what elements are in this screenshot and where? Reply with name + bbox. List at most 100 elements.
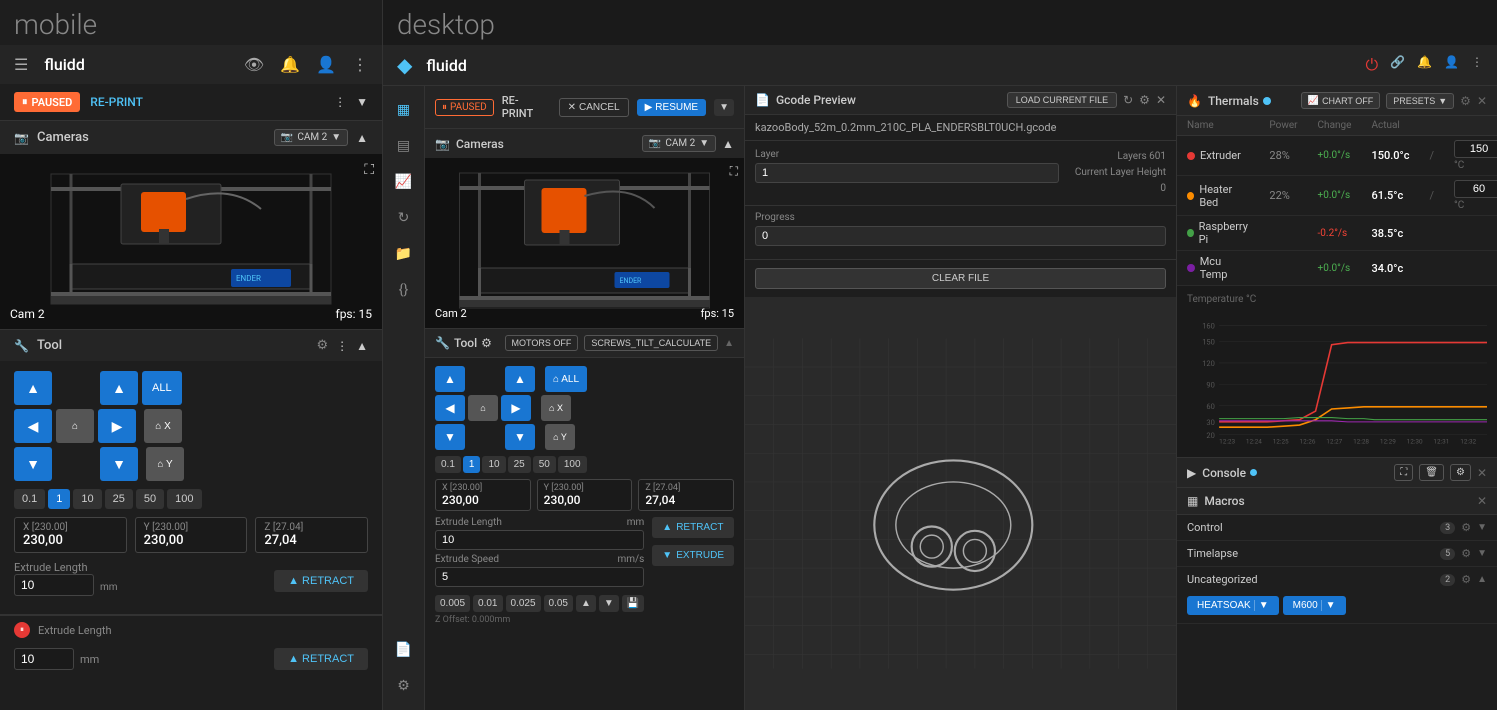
power-icon[interactable]: ⏻ [1365,55,1378,75]
heatbed-target-input[interactable] [1454,180,1497,198]
step-1-btn-d[interactable]: 1 [463,456,481,473]
extrude-btn-d[interactable]: ▼ EXTRUDE [652,545,734,566]
heatsoak-chevron[interactable]: ▼ [1254,600,1269,611]
more-icon[interactable]: ⋮ [352,55,368,74]
link-icon[interactable]: 🔗 [1390,55,1405,75]
offset-0005-btn[interactable]: 0.005 [435,595,470,612]
layer-input[interactable] [755,163,1059,183]
reprint-btn-desktop[interactable]: RE-PRINT [502,94,543,120]
chevron-down-icon[interactable]: ▼ [356,95,368,109]
macros-close-icon[interactable]: ✕ [1477,494,1487,508]
presets-btn[interactable]: PRESETS ▼ [1386,93,1454,109]
timelapse-chevron-icon[interactable]: ▼ [1477,548,1487,559]
cam-select-desktop[interactable]: 📷 CAM 2 ▼ [642,135,716,152]
sidebar-chart-icon[interactable]: 📈 [388,166,420,198]
home-y-btn-d[interactable]: ⌂ Y [545,424,575,450]
more-dots-icon[interactable]: ⋮ [334,95,346,109]
step-10-btn[interactable]: 10 [73,489,101,509]
progress-input[interactable] [755,226,1166,246]
offset-0025-btn[interactable]: 0.025 [506,595,541,612]
m600-chevron[interactable]: ▼ [1321,600,1336,611]
home-all-btn-d[interactable]: ⌂ ALL [545,366,587,392]
tool-header-mobile[interactable]: 🔧 Tool ⚙ ⋮ ▲ [0,330,382,361]
extrude-length-input-mobile[interactable] [14,574,94,596]
collapse-cam-icon-d[interactable]: ▲ [722,137,734,151]
heatsoak-macro-btn[interactable]: HEATSOAK ▼ [1187,596,1279,615]
extrude-speed-input-d[interactable] [435,567,644,587]
home-all-btn[interactable]: ALL [142,371,182,405]
uncategorized-gear-icon[interactable]: ⚙ [1461,573,1471,586]
retract-btn-d[interactable]: ▲ RETRACT [652,517,734,538]
gcode-refresh-icon[interactable]: ↻ [1123,93,1133,107]
dropdown-arrow-btn[interactable]: ▼ [714,99,734,116]
bell-icon-desktop[interactable]: 🔔 [1417,55,1432,75]
retract-btn-mobile[interactable]: ▲ RETRACT [274,570,368,592]
load-current-btn[interactable]: LOAD CURRENT FILE [1007,92,1117,108]
resume-btn-desktop[interactable]: ▶ RESUME [637,99,707,116]
step-100-btn[interactable]: 100 [167,489,201,509]
cancel-btn-desktop[interactable]: ✕ CANCEL [559,98,629,117]
step-10-btn-d[interactable]: 10 [482,456,505,473]
collapse-cameras-icon[interactable]: ▲ [356,131,368,145]
sidebar-settings-icon[interactable]: ⚙ [388,670,420,702]
move-right-btn-d[interactable]: ▶ [501,395,531,421]
dots-icon-desktop[interactable]: ⋮ [1471,55,1483,75]
move-left-btn[interactable]: ◀ [14,409,52,443]
clear-file-btn[interactable]: CLEAR FILE [755,268,1166,289]
fullscreen-btn-mobile[interactable]: ⛶ [364,162,374,178]
bell-icon[interactable]: 🔔 [280,55,300,74]
step-50-btn-d[interactable]: 50 [533,456,556,473]
sidebar-code-icon[interactable]: {} [388,274,420,306]
more-dots-tool-icon[interactable]: ⋮ [336,339,348,353]
home-xy-btn[interactable]: ⌂ [56,409,94,443]
sidebar-folder-icon[interactable]: 📁 [388,238,420,270]
timelapse-gear-icon[interactable]: ⚙ [1461,547,1471,560]
move-z-up-btn-d[interactable]: ▲ [505,366,535,392]
sidebar-file-icon[interactable]: 📄 [388,634,420,666]
step-25-btn[interactable]: 25 [105,489,133,509]
move-down-btn[interactable]: ▼ [14,447,52,481]
console-expand-btn[interactable]: ⛶ [1394,464,1413,481]
sidebar-history-icon[interactable]: ↻ [388,202,420,234]
collapse-tool-icon-d[interactable]: ▲ [724,338,734,349]
uncategorized-chevron-icon[interactable]: ▲ [1477,574,1487,585]
thermals-settings-icon[interactable]: ⚙ [1460,94,1471,108]
home-x-btn-d[interactable]: ⌂ X [541,395,571,421]
step-100-btn-d[interactable]: 100 [558,456,587,473]
collapse-tool-icon[interactable]: ▲ [356,339,368,353]
motors-off-btn[interactable]: MOTORS OFF [505,335,579,351]
menu-icon[interactable]: ☰ [14,55,28,74]
eye-icon[interactable]: 👁 [244,55,264,74]
person-icon-desktop[interactable]: 👤 [1444,55,1459,75]
offset-005-btn[interactable]: 0.05 [544,595,573,612]
move-down-btn-d[interactable]: ▼ [435,424,465,450]
control-category-header[interactable]: Control 3 ⚙ ▼ [1177,515,1497,540]
chart-off-btn[interactable]: 📈 CHART OFF [1301,92,1380,109]
console-settings-btn[interactable]: ⚙ [1450,464,1471,481]
step-1-btn[interactable]: 1 [48,489,70,509]
step-01-btn[interactable]: 0.1 [14,489,45,509]
uncategorized-category-header[interactable]: Uncategorized 2 ⚙ ▲ [1177,567,1497,592]
fullscreen-btn-desktop[interactable]: ⛶ [730,164,738,179]
reprint-button[interactable]: RE-PRINT [90,95,143,109]
step-25-btn-d[interactable]: 25 [508,456,531,473]
home-xy-btn-d[interactable]: ⌂ [468,395,498,421]
offset-save-btn[interactable]: 💾 [622,595,644,612]
home-x-btn[interactable]: ⌂ X [144,409,182,443]
gcode-close-icon[interactable]: ✕ [1156,93,1166,107]
extrude-length-input-d[interactable] [435,530,644,550]
gcode-settings-icon[interactable]: ⚙ [1139,93,1150,107]
sidebar-layers-icon[interactable]: ▤ [388,130,420,162]
tool-gear-icon-d[interactable]: ⚙ [481,336,492,350]
m600-macro-btn[interactable]: M600 ▼ [1283,596,1346,615]
sidebar-dashboard-icon[interactable]: ▦ [388,94,420,126]
step-50-btn[interactable]: 50 [136,489,164,509]
extrude-length-field-bottom[interactable] [14,648,74,670]
cameras-header-mobile[interactable]: 📷 Cameras 📷 CAM 2 ▼ ▲ [0,121,382,154]
extruder-target-input[interactable] [1454,140,1497,158]
timelapse-category-header[interactable]: Timelapse 5 ⚙ ▼ [1177,541,1497,566]
console-clear-btn[interactable]: 🗑 [1419,464,1444,481]
offset-down-btn[interactable]: ▼ [599,595,619,612]
move-z-down-btn[interactable]: ▼ [100,447,138,481]
screws-btn[interactable]: SCREWS_TILT_CALCULATE [584,335,718,351]
